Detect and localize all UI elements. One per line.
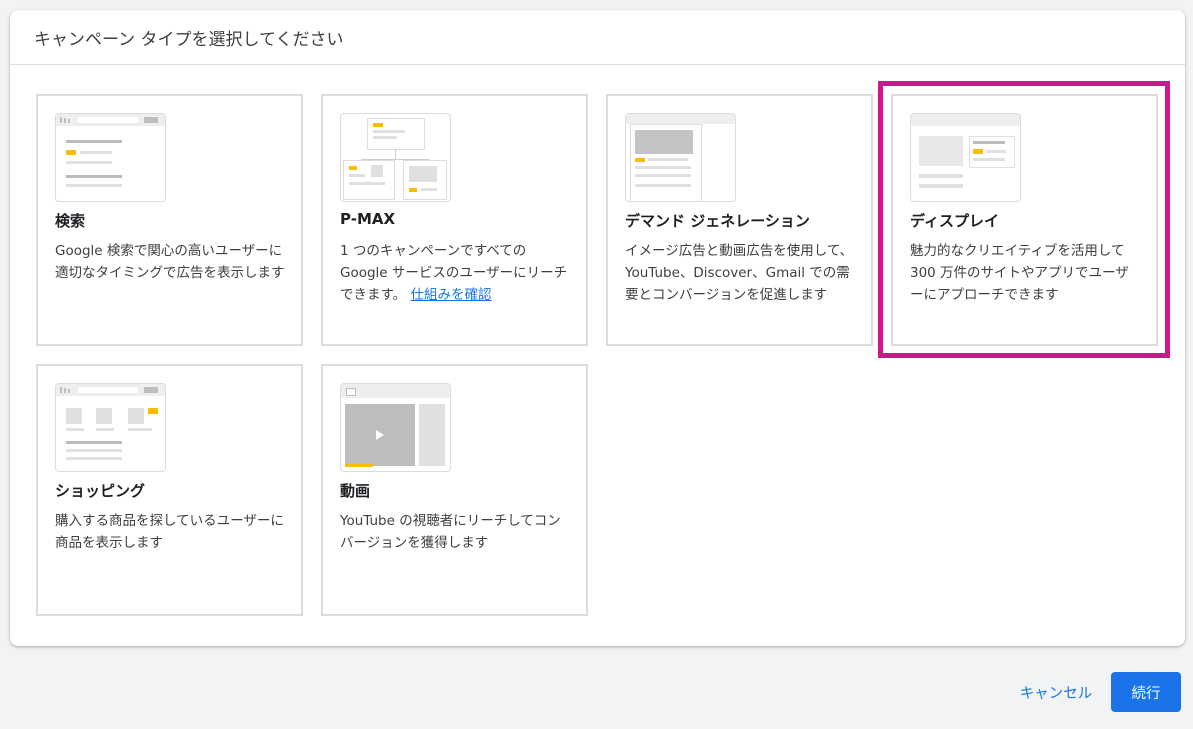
continue-button[interactable]: 続行 <box>1111 672 1181 712</box>
card-demand-gen[interactable]: デマンド ジェネレーション イメージ広告と動画広告を使用して、YouTube、D… <box>606 94 873 346</box>
card-title: ショッピング <box>55 482 146 500</box>
card-title: 動画 <box>340 482 371 500</box>
card-description: YouTube の視聴者にリーチしてコンバージョンを獲得します <box>340 513 561 551</box>
card-description: イメージ広告と動画広告を使用して、YouTube、Discover、Gmail … <box>625 243 854 303</box>
play-icon <box>376 430 384 440</box>
card-display[interactable]: ディスプレイ 魅力的なクリエイティブを活用して 300 万件のサイトやアプリでユ… <box>891 94 1158 346</box>
display-thumbnail <box>910 113 1021 202</box>
card-video[interactable]: 動画 YouTube の視聴者にリーチしてコンバージョンを獲得します <box>321 364 588 616</box>
card-title: 検索 <box>55 212 86 230</box>
card-description: 魅力的なクリエイティブを活用して 300 万件のサイトやアプリでユーザーにアプロ… <box>910 243 1129 303</box>
search-thumbnail <box>55 113 166 202</box>
pmax-thumbnail <box>340 113 451 202</box>
card-pmax[interactable]: P-MAX 1 つのキャンペーンですべての Google サービスのユーザーにリ… <box>321 94 588 346</box>
card-title: P-MAX <box>340 210 396 228</box>
video-thumbnail <box>340 383 451 472</box>
card-description: 1 つのキャンペーンですべての Google サービスのユーザーにリーチできます… <box>340 240 572 306</box>
card-description: Google 検索で関心の高いユーザーに適切なタイミングで広告を表示します <box>55 243 285 281</box>
card-description: 購入する商品を探しているユーザーに商品を表示します <box>55 513 284 551</box>
shopping-thumbnail <box>55 383 166 472</box>
card-title: デマンド ジェネレーション <box>625 212 810 230</box>
dialog-title: キャンペーン タイプを選択してください <box>10 10 1185 65</box>
cancel-button[interactable]: キャンセル <box>1004 672 1108 712</box>
demand-gen-thumbnail <box>625 113 736 202</box>
card-title: ディスプレイ <box>910 212 999 230</box>
learn-more-link[interactable]: 仕組みを確認 <box>410 287 491 303</box>
card-search[interactable]: 検索 Google 検索で関心の高いユーザーに適切なタイミングで広告を表示します <box>36 94 303 346</box>
card-shopping[interactable]: ショッピング 購入する商品を探しているユーザーに商品を表示します <box>36 364 303 616</box>
